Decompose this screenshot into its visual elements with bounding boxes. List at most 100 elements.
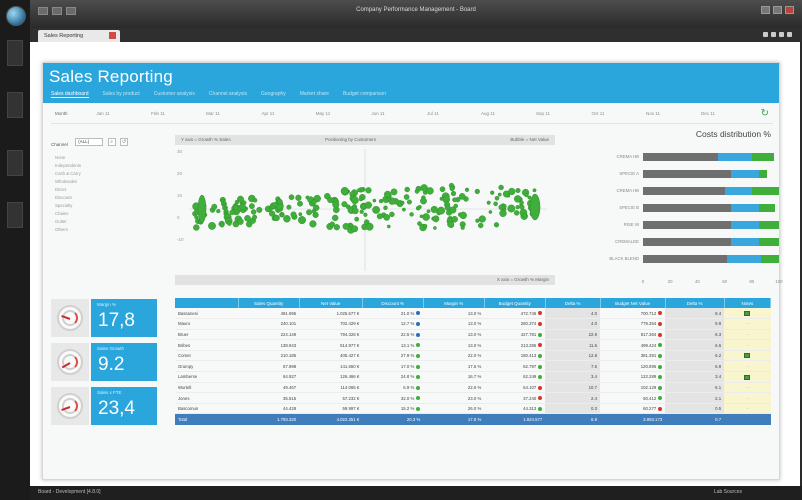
nav-item[interactable]: Channel analysis xyxy=(209,91,247,98)
cost-row[interactable]: CREMA HB xyxy=(583,151,779,163)
list-item[interactable]: Discount xyxy=(55,195,151,203)
notes-cell[interactable]: – xyxy=(724,403,771,415)
month-item[interactable]: Jun 11 xyxy=(358,111,398,116)
table-row[interactable]: Mauro 240.101 702.429 € 12.7 % 13.0 % 260.374… xyxy=(175,318,771,330)
scatter-plot[interactable]: 30 20 10 0 -10 xyxy=(175,147,555,273)
column-header[interactable]: Delta % xyxy=(545,298,601,308)
net-value-cell: 114.065 € xyxy=(299,382,363,394)
table-row[interactable]: Comet 210.185 405.427 € 27.9 % 22.0 % 180.413… xyxy=(175,350,771,362)
cost-row[interactable]: CREMA HB xyxy=(583,185,779,197)
notes-cell[interactable]: – xyxy=(724,318,771,330)
refresh-icon[interactable]: ↻ xyxy=(761,108,769,119)
nav-item[interactable]: Sales dashboard xyxy=(51,91,89,98)
status-source[interactable]: Lab Sources xyxy=(714,489,742,495)
month-item[interactable]: Aug 11 xyxy=(468,111,508,116)
notes-cell[interactable]: – xyxy=(724,360,771,373)
month-item[interactable]: Feb 11 xyxy=(138,111,178,116)
notes-cell[interactable]: – xyxy=(724,339,771,351)
column-header[interactable]: Notes xyxy=(724,298,772,308)
notes-cell[interactable]: – xyxy=(724,392,771,404)
list-item[interactable]: Wholesales xyxy=(55,179,151,187)
month-item[interactable]: Dec 11 xyxy=(688,111,728,116)
rail-item-home[interactable] xyxy=(7,40,23,66)
cost-row[interactable]: BLACK BLEND xyxy=(583,253,779,265)
info-icon[interactable] xyxy=(763,32,768,37)
maximize-icon[interactable] xyxy=(773,6,782,14)
notes-cell[interactable] xyxy=(724,308,771,320)
nav-item[interactable]: Geography xyxy=(261,91,286,98)
table-row[interactable]: Bassanesi 491.995 1.025.677 € 21.0 % 13.0 % 4… xyxy=(175,308,771,320)
list-item[interactable]: Outlet xyxy=(55,219,151,227)
user-icon[interactable] xyxy=(779,32,784,37)
margin-cell: 22.6 % xyxy=(423,382,485,394)
cost-row[interactable]: SPECIE B xyxy=(583,202,779,214)
month-item[interactable]: Sep 11 xyxy=(523,111,563,116)
month-item[interactable]: May 11 xyxy=(303,111,343,116)
table-row[interactable]: Bruer 224.149 794.328 € 22.5 % 13.0 % 427.781… xyxy=(175,329,771,341)
column-header[interactable] xyxy=(175,298,239,308)
cost-row[interactable]: RISE W xyxy=(583,219,779,231)
search-icon[interactable]: ⌕ xyxy=(107,137,116,146)
rail-item-tools[interactable] xyxy=(7,202,23,228)
list-item[interactable]: Direct xyxy=(55,187,151,195)
net-value-cell: 141.650 € xyxy=(299,360,363,373)
help-icon[interactable] xyxy=(771,32,776,37)
column-header[interactable]: Budget Net Value xyxy=(600,298,666,308)
column-header[interactable]: Discount % xyxy=(362,298,424,308)
notes-cell[interactable]: – xyxy=(724,329,771,341)
list-item[interactable]: None xyxy=(55,155,151,163)
nav-item[interactable]: Customer analysis xyxy=(154,91,195,98)
rail-item-layout[interactable] xyxy=(7,92,23,118)
report-header: Sales Reporting Sales dashboard Sales by… xyxy=(43,63,779,103)
flag-icon[interactable] xyxy=(744,374,751,380)
list-item[interactable]: Specialty xyxy=(55,203,151,211)
scatter-point xyxy=(401,207,406,212)
month-item[interactable]: Apr 11 xyxy=(248,111,288,116)
cell-value: 4.022.351 € xyxy=(336,416,360,422)
month-item[interactable]: Jan 11 xyxy=(83,111,123,116)
list-item[interactable]: Independents xyxy=(55,163,151,171)
rail-item-reports[interactable] xyxy=(7,150,23,176)
notes-cell[interactable] xyxy=(724,371,771,383)
nav-item[interactable]: Market share xyxy=(300,91,329,98)
discount-cell: 27.9 % xyxy=(362,350,424,362)
list-item[interactable]: Chains xyxy=(55,211,151,219)
table-row[interactable]: Bascomun 44.428 59.997 € 15.2 % 26.0 % 44.313… xyxy=(175,403,771,415)
app-logo-icon[interactable] xyxy=(6,6,26,26)
month-item[interactable]: Oct 11 xyxy=(578,111,618,116)
flag-icon[interactable] xyxy=(744,353,751,359)
cost-row[interactable]: CREMALDE xyxy=(583,236,779,248)
dash-icon: – xyxy=(746,321,749,327)
month-item[interactable]: Mar 11 xyxy=(193,111,233,116)
column-header[interactable]: Delta % xyxy=(665,298,725,308)
nav-item[interactable]: Budget comparison xyxy=(343,91,386,98)
scatter-point xyxy=(333,224,340,231)
table-row[interactable]: Wurtell 49.467 114.065 € 6.9 % 22.6 % 54.107 1… xyxy=(175,382,771,394)
column-header[interactable]: Budget Quantity xyxy=(484,298,546,308)
table-row[interactable]: Grumpy 67.998 141.650 € 17.0 % 17.6 % 62.797 7… xyxy=(175,360,771,373)
column-header[interactable]: Sales Quantity xyxy=(238,298,300,308)
scatter-point xyxy=(519,200,524,205)
flag-icon[interactable] xyxy=(744,310,751,316)
notes-cell[interactable] xyxy=(724,350,771,362)
minimize-icon[interactable] xyxy=(761,6,770,14)
settings-icon[interactable] xyxy=(787,32,792,37)
nav-item[interactable]: Sales by product xyxy=(103,91,140,98)
table-row[interactable]: Bribes 138.943 514.977 € 13.1 % 13.0 % 213.28… xyxy=(175,339,771,351)
reset-icon[interactable]: ↺ xyxy=(120,137,129,146)
cost-row[interactable]: SPECIE A xyxy=(583,168,779,180)
table-row[interactable]: Jones 35.515 57.232 € 32.0 % 23.0 % 37.240 2.4… xyxy=(175,392,771,404)
close-tab-icon[interactable] xyxy=(109,32,116,39)
kpi-value: 9.2 xyxy=(98,354,125,375)
table-row[interactable]: Lamberse 64.927 126.466 € 24.8 % 16.7 % 62.24… xyxy=(175,371,771,383)
list-item[interactable]: Others xyxy=(55,227,151,235)
list-item[interactable]: Cash & Carry xyxy=(55,171,151,179)
channel-select[interactable]: (ALL) xyxy=(75,137,104,146)
doc-tab-sales-reporting[interactable]: Sales Reporting xyxy=(38,30,120,42)
month-item[interactable]: Jul 11 xyxy=(413,111,453,116)
month-item[interactable]: Nov 11 xyxy=(633,111,673,116)
close-icon[interactable] xyxy=(785,6,794,14)
column-header[interactable]: Margin % xyxy=(423,298,485,308)
column-header[interactable]: Net Value xyxy=(299,298,363,308)
notes-cell[interactable]: – xyxy=(724,382,771,394)
